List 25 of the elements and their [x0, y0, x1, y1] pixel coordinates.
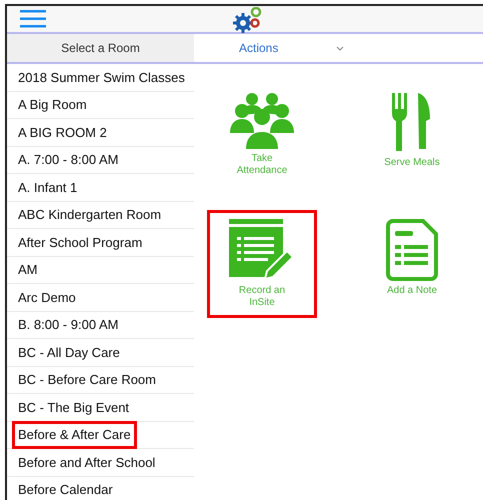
room-item[interactable]: BC - The Big Event	[12, 394, 136, 421]
room-item[interactable]: A. Infant 1	[12, 174, 84, 201]
room-item[interactable]: BC - All Day Care	[12, 338, 126, 366]
actions-dropdown[interactable]: Actions	[239, 39, 278, 57]
menu-icon[interactable]	[20, 9, 46, 29]
room-item[interactable]: Before and After School	[12, 448, 162, 476]
room-item[interactable]: ABC Kindergarten Room	[12, 201, 168, 228]
room-item[interactable]: Before Calendar	[12, 476, 119, 500]
room-item[interactable]: 2018 Summer Swim Classes	[12, 64, 191, 91]
room-item[interactable]: BC - Before Care Room	[12, 366, 162, 394]
action-label: Add a Note	[386, 285, 438, 297]
action-label: Record an InSite	[238, 285, 286, 309]
room-item[interactable]: After School Program	[12, 228, 148, 256]
room-item[interactable]: AM	[12, 256, 44, 284]
action-label: Serve Meals	[384, 157, 440, 169]
document-icon	[386, 219, 438, 281]
room-item[interactable]: Arc Demo	[12, 284, 82, 311]
people-icon	[230, 91, 294, 149]
room-item[interactable]: A BIG ROOM 2	[12, 118, 113, 146]
room-item[interactable]: Before & After Care	[12, 421, 137, 448]
action-label: Take Attendance	[236, 153, 288, 177]
room-item[interactable]: B. 8:00 - 9:00 AM	[12, 311, 124, 338]
room-item[interactable]: A. 7:00 - 8:00 AM	[12, 146, 124, 174]
caret-icon[interactable]	[336, 46, 344, 50]
room-item[interactable]: A Big Room	[12, 91, 93, 118]
